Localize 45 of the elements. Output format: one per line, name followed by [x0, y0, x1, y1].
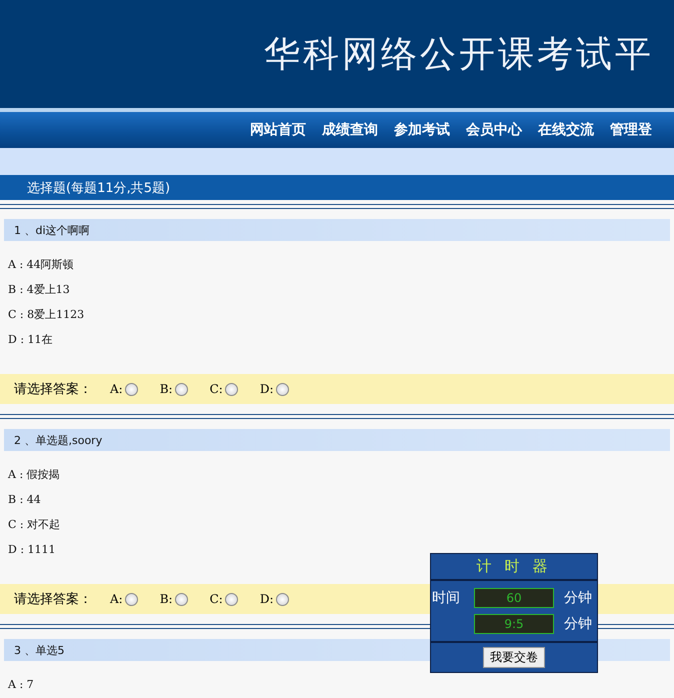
choice-label: C:: [210, 592, 223, 606]
choice-label: A:: [110, 592, 123, 606]
nav-link[interactable]: 网站首页: [250, 121, 306, 139]
nav-link[interactable]: 成绩查询: [322, 121, 378, 139]
unit-label: 分钟: [564, 615, 593, 633]
option-text: A : 7: [8, 678, 34, 691]
choice-label: B:: [160, 382, 173, 396]
choice-label: D:: [260, 382, 274, 396]
timer-title: 计 时 器: [431, 554, 597, 581]
choice-label: C:: [210, 382, 223, 396]
question-title: 1 、di这个啊啊: [14, 222, 90, 238]
choice-label: B:: [160, 592, 173, 606]
nav-link[interactable]: 参加考试: [394, 121, 450, 139]
option-text: C : 8爱上1123: [8, 308, 84, 321]
question-title: 3 、单选5: [14, 642, 64, 658]
choice-label: A:: [110, 382, 123, 396]
answer-prompt: 请选择答案：: [14, 381, 92, 398]
option-text: A : 44阿斯顿: [8, 258, 74, 271]
radio-button[interactable]: [124, 592, 138, 606]
radio-button[interactable]: [276, 382, 288, 396]
radio-button[interactable]: [174, 592, 188, 606]
nav-link[interactable]: 在线交流: [538, 121, 594, 139]
nav-link[interactable]: 管理登: [610, 121, 652, 139]
question-title: 2 、单选题,soory: [14, 432, 102, 448]
time-field: 9:5: [474, 614, 554, 634]
section-title: 选择题(每题11分,共5题): [27, 180, 170, 196]
radio-button[interactable]: [224, 592, 238, 606]
choice-label: D:: [260, 592, 274, 606]
radio-button[interactable]: [174, 382, 188, 396]
option-text: C : 对不起: [8, 518, 60, 531]
answer-prompt: 请选择答案：: [14, 591, 92, 608]
radio-button[interactable]: [276, 592, 288, 606]
unit-label: 分钟: [564, 589, 593, 607]
site-title: 华科网络公开课考试平: [264, 32, 654, 76]
option-text: B : 44: [8, 493, 41, 506]
radio-button[interactable]: [124, 382, 138, 396]
option-text: D : 1111: [8, 543, 56, 556]
timer-label: 时间: [432, 589, 461, 607]
option-text: A : 假按揭: [8, 468, 60, 481]
radio-button[interactable]: [224, 382, 238, 396]
option-text: D : 11在: [8, 333, 53, 346]
option-text: B : 4爱上13: [8, 283, 70, 296]
nav-link[interactable]: 会员中心: [466, 121, 522, 139]
time-field: 60: [474, 588, 554, 608]
submit-button[interactable]: 我要交卷: [483, 647, 545, 668]
